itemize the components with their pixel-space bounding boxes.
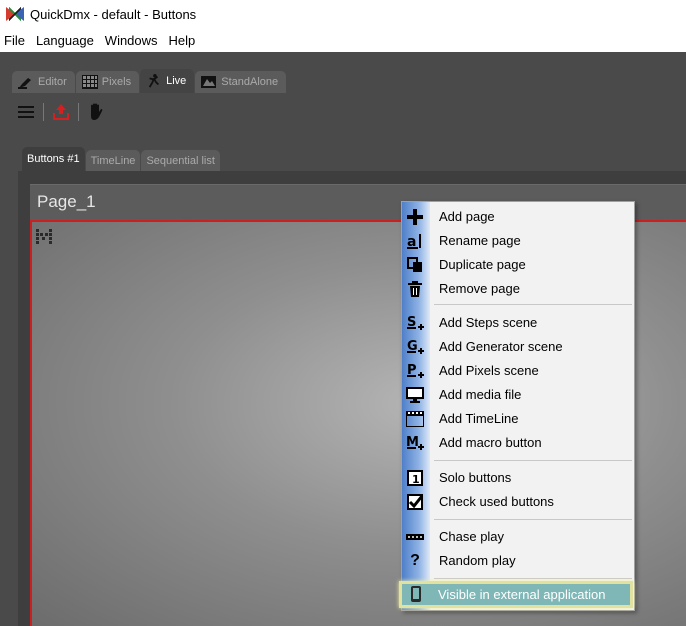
trash-icon <box>406 280 424 298</box>
menu-item-visible-in-external-application[interactable]: Visible in external application <box>399 581 633 608</box>
generator-scene-icon: G <box>406 338 424 356</box>
standalone-icon <box>201 76 217 88</box>
menu-item-add-macro-button[interactable]: M Add macro button <box>402 431 634 454</box>
menu-separator <box>434 519 632 520</box>
tab-timeline[interactable]: TimeLine <box>85 150 141 171</box>
menu-item-label: Rename page <box>439 233 521 248</box>
chase-icon <box>406 528 424 546</box>
hand-icon[interactable] <box>85 101 107 123</box>
tab-editor-label: Editor <box>38 76 67 88</box>
steps-scene-icon: S <box>406 314 424 332</box>
hamburger-menu-icon[interactable] <box>15 101 37 123</box>
menu-item-label: Chase play <box>439 529 505 544</box>
menu-item-duplicate-page[interactable]: Duplicate page <box>402 253 634 276</box>
menu-item-rename-page[interactable]: a Rename page <box>402 229 634 252</box>
tab-standalone[interactable]: StandAlone <box>195 71 287 93</box>
upload-red-icon[interactable] <box>50 101 72 123</box>
solo-icon: 1 <box>406 469 424 487</box>
tab-pixels[interactable]: Pixels <box>75 71 140 93</box>
sub-tabs: Buttons #1 TimeLine Sequential list <box>22 147 221 171</box>
menu-item-add-page[interactable]: Add page <box>402 205 634 228</box>
menu-item-chase-play[interactable]: Chase play <box>402 525 634 548</box>
tab-live-label: Live <box>166 75 187 87</box>
menu-item-label: Add media file <box>439 387 522 402</box>
menu-language[interactable]: Language <box>31 33 100 48</box>
menu-item-label: Duplicate page <box>439 257 526 272</box>
window-title: QuickDmx - default - Buttons <box>30 6 197 22</box>
tab-sequential-list[interactable]: Sequential list <box>141 150 220 171</box>
toolbar <box>15 100 107 124</box>
menu-item-random-play[interactable]: ? Random play <box>402 549 634 572</box>
menu-item-label: Add TimeLine <box>439 411 519 426</box>
svg-text:a: a <box>407 234 416 249</box>
menu-item-add-media-file[interactable]: Add media file <box>402 383 634 406</box>
menu-item-solo-buttons[interactable]: 1 Solo buttons <box>402 466 634 489</box>
checkbox-icon <box>406 493 424 511</box>
menu-item-remove-page[interactable]: Remove page <box>402 277 634 300</box>
quickdmx-app-icon <box>6 7 24 21</box>
menu-file[interactable]: File <box>0 33 31 48</box>
menu-item-label: Check used buttons <box>439 494 554 509</box>
page-title: Page_1 <box>37 192 96 211</box>
timeline-icon <box>406 410 424 428</box>
menu-bar: File Language Windows Help <box>0 30 201 50</box>
pixels-scene-icon: P <box>406 362 424 380</box>
menu-item-add-pixels-scene[interactable]: P Add Pixels scene <box>402 359 634 382</box>
tab-buttons-1[interactable]: Buttons #1 <box>22 147 85 171</box>
tab-pixels-label: Pixels <box>101 76 132 88</box>
macro-button-icon[interactable] <box>36 228 52 246</box>
menu-separator <box>434 460 632 461</box>
menu-item-add-steps-scene[interactable]: S Add Steps scene <box>402 311 634 334</box>
toolbar-separator <box>43 103 44 121</box>
pixels-grid-icon <box>81 75 98 89</box>
menu-separator <box>434 304 632 305</box>
menu-item-label: Add Pixels scene <box>439 363 539 378</box>
menu-item-add-generator-scene[interactable]: G Add Generator scene <box>402 335 634 358</box>
question-icon: ? <box>410 552 420 569</box>
menu-item-label: Visible in external application <box>438 587 606 602</box>
menu-item-label: Add Steps scene <box>439 315 538 330</box>
menu-item-label: Add page <box>439 209 495 224</box>
title-bar: QuickDmx - default - Buttons <box>0 0 686 28</box>
menu-item-label: Add Generator scene <box>439 339 563 354</box>
context-menu: Add page a Rename page Duplicate page Re… <box>401 201 635 611</box>
menu-item-label: Add macro button <box>439 435 542 450</box>
menu-separator <box>434 578 632 579</box>
menu-help[interactable]: Help <box>164 33 202 48</box>
tab-live[interactable]: Live <box>140 69 195 93</box>
monitor-icon <box>406 386 424 404</box>
menu-item-label: Random play <box>439 553 516 568</box>
tab-standalone-label: StandAlone <box>221 76 279 88</box>
macro-icon: M <box>406 434 424 452</box>
plus-icon <box>406 208 424 226</box>
dancer-icon <box>148 74 160 88</box>
tab-editor[interactable]: Editor <box>12 71 75 93</box>
phone-icon <box>411 586 421 602</box>
menu-item-check-used-buttons[interactable]: Check used buttons <box>402 490 634 513</box>
rename-icon: a <box>406 232 424 250</box>
menu-windows[interactable]: Windows <box>100 33 164 48</box>
svg-text:1: 1 <box>412 473 420 486</box>
editor-icon <box>18 78 31 89</box>
menu-item-add-timeline[interactable]: Add TimeLine <box>402 407 634 430</box>
menu-item-label: Solo buttons <box>439 470 512 485</box>
menu-item-label: Remove page <box>439 281 520 296</box>
toolbar-separator <box>78 103 79 121</box>
main-tabs: Editor Pixels Live StandAlone <box>12 69 287 93</box>
duplicate-icon <box>406 256 424 274</box>
